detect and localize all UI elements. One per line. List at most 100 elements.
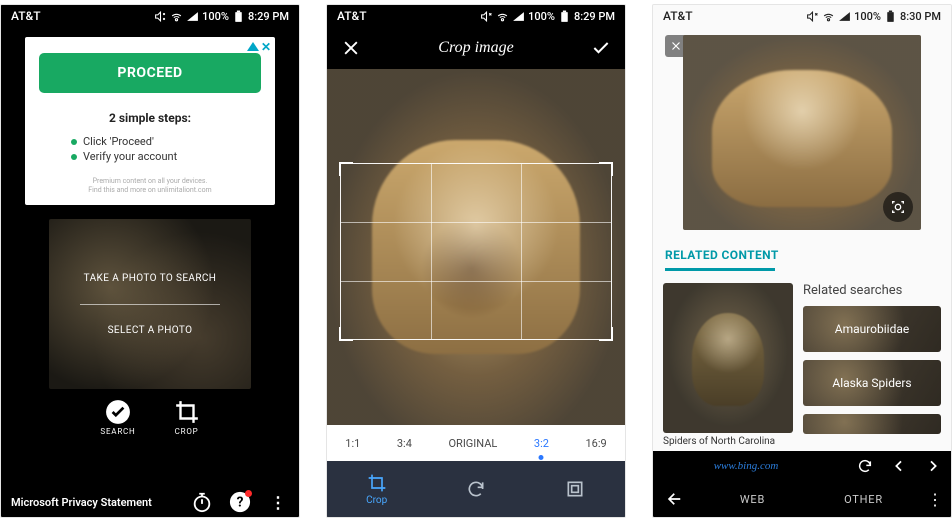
signal-icon [838,10,851,23]
url-label[interactable]: www.bing.com [653,460,839,472]
status-bar: AT&T 100% 8:30 PM [653,5,951,27]
proceed-button[interactable]: PROCEED [39,53,261,93]
divider [80,304,220,305]
resize-icon [565,479,585,499]
status-icons: 100% 8:29 PM [154,10,289,23]
refresh-icon[interactable] [857,458,873,474]
screen-search-results: AT&T 100% 8:30 PM RELATED CONTENT [652,4,952,518]
status-bar: AT&T 100% 8:29 PM [327,5,625,27]
tab-underline [665,268,775,271]
stopwatch-icon [191,491,213,513]
overflow-menu-button[interactable]: ⋮ [267,491,289,513]
mute-icon [480,10,493,23]
ratio-original[interactable]: ORIGINAL [446,433,499,454]
crop-canvas[interactable] [327,69,625,425]
search-button[interactable]: SEARCH [100,399,135,436]
svg-text:?: ? [237,495,244,511]
battery-icon [558,10,571,23]
crop-icon [174,399,200,425]
ad-fine-print: Premium content on all your devices. Fin… [88,177,211,195]
crop-icon [367,473,387,493]
back-button[interactable] [653,490,697,508]
crop-handle-tr[interactable] [599,162,613,176]
close-icon[interactable] [341,38,361,58]
wifi-icon [822,10,835,23]
privacy-link[interactable]: Microsoft Privacy Statement [11,496,152,509]
screen-crop-image: AT&T 100% 8:29 PM Crop image [326,4,626,518]
wifi-icon [170,10,183,23]
tab-related-content[interactable]: RELATED CONTENT [665,248,939,262]
crop-button[interactable]: CROP [174,399,200,436]
photo-selection-panel: TAKE A PHOTO TO SEARCH SELECT A PHOTO [49,219,251,389]
time-label: 8:29 PM [574,10,615,23]
related-chip-partial[interactable] [803,414,941,434]
arrow-left-icon [666,490,684,508]
battery-icon [232,10,245,23]
help-button[interactable]: ? [229,491,251,513]
rotate-icon [466,479,486,499]
notification-dot [245,490,252,497]
status-bar: AT&T 100% 8:29 PM [1,5,299,27]
ratio-16-9[interactable]: 16:9 [584,433,609,454]
carrier-label: AT&T [337,9,367,23]
select-photo-button[interactable]: SELECT A PHOTO [108,325,193,336]
time-label: 8:29 PM [248,10,289,23]
ratio-3-4[interactable]: 3:4 [395,433,414,454]
image-content [692,313,765,406]
mute-icon [154,10,167,23]
wifi-icon [496,10,509,23]
battery-pct-label: 100% [202,10,229,23]
screen-search-app: AT&T 100% 8:29 PM ✕ PROCEED 2 simple ste… [0,4,300,518]
ad-close-icon[interactable]: ✕ [261,41,271,53]
ad-adchoices[interactable]: ✕ [247,41,271,53]
aspect-ratio-selector: 1:1 3:4 ORIGINAL 3:2 16:9 [327,425,625,461]
related-chip-amaurobiidae[interactable]: Amaurobiidae [803,306,941,352]
tab-other[interactable]: OTHER [808,493,919,506]
signal-icon [186,10,199,23]
ad-steps-title: 2 simple steps: [109,111,191,125]
take-photo-button[interactable]: TAKE A PHOTO TO SEARCH [84,273,217,284]
toolbar-resize[interactable] [526,461,625,517]
overflow-menu-button[interactable]: ⋮ [919,490,951,509]
nav-forward-icon[interactable] [925,458,941,474]
browser-address-bar: www.bing.com [653,451,951,481]
crop-frame[interactable] [341,164,611,339]
battery-pct-label: 100% [854,10,881,23]
carrier-label: AT&T [663,9,693,23]
battery-icon [884,10,897,23]
time-label: 8:30 PM [900,10,941,23]
query-image [683,35,921,230]
result-caption: Spiders of North Carolina [663,436,793,447]
nav-back-icon[interactable] [891,458,907,474]
mute-icon [806,10,819,23]
signal-icon [512,10,525,23]
related-searches-title: Related searches [803,283,941,298]
toolbar-rotate[interactable] [426,461,525,517]
status-icons: 100% 8:29 PM [480,10,615,23]
crop-handle-bl[interactable] [339,327,353,341]
confirm-check-icon[interactable] [591,38,611,58]
ad-banner: ✕ PROCEED 2 simple steps: Click 'Proceed… [25,37,275,205]
result-thumbnail[interactable] [663,283,793,433]
browser-tabs-bar: WEB OTHER ⋮ [653,481,951,517]
toolbar-crop[interactable]: Crop [327,461,426,517]
ratio-3-2[interactable]: 3:2 [532,433,551,454]
ad-step-1: Click 'Proceed' [71,135,229,148]
ad-steps-list: Click 'Proceed' Verify your account [39,133,261,165]
image-content [712,70,893,207]
ad-step-2: Verify your account [71,150,229,163]
status-icons: 100% 8:30 PM [806,10,941,23]
crop-handle-tl[interactable] [339,162,353,176]
related-chip-alaska-spiders[interactable]: Alaska Spiders [803,360,941,406]
carrier-label: AT&T [11,9,41,23]
close-icon [670,40,682,52]
crop-title: Crop image [438,39,513,57]
visual-search-lens-button[interactable] [883,192,913,222]
timer-button[interactable] [191,491,213,513]
tab-web[interactable]: WEB [697,493,808,506]
check-circle-icon [105,399,131,425]
battery-pct-label: 100% [528,10,555,23]
ratio-1-1[interactable]: 1:1 [343,433,362,454]
adchoices-icon [247,42,259,51]
crop-handle-br[interactable] [599,327,613,341]
